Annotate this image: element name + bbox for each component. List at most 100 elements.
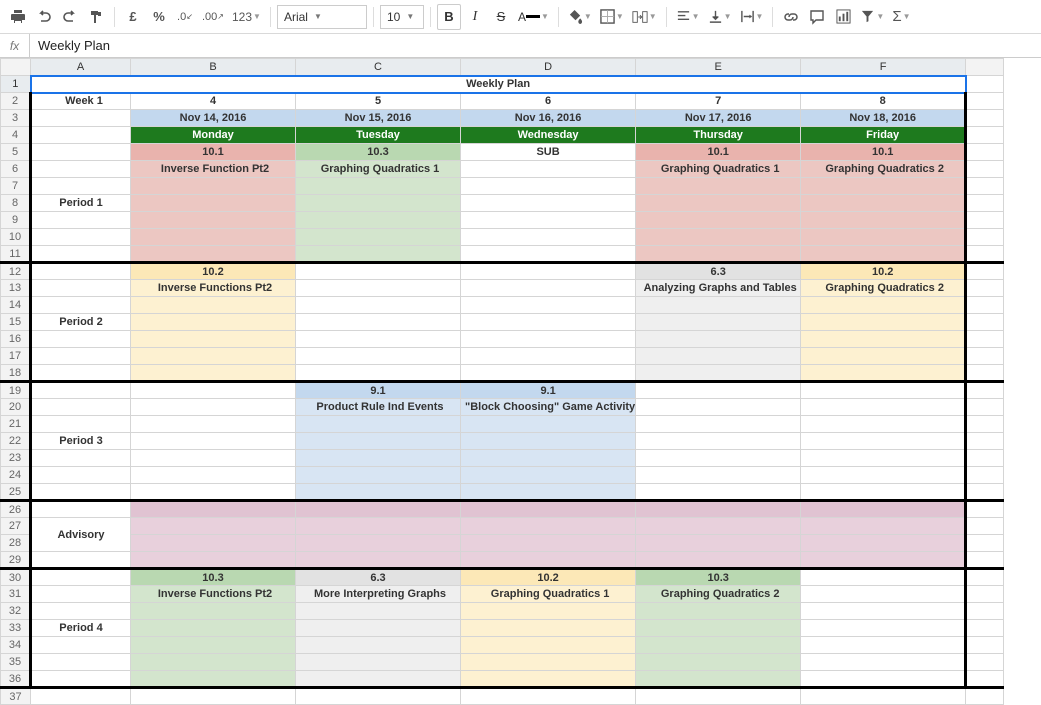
row-header[interactable]: 22 <box>1 433 31 450</box>
font-family-select[interactable]: Arial▼ <box>277 5 367 29</box>
col-header[interactable]: E <box>636 59 801 76</box>
cell[interactable]: 7 <box>636 93 801 110</box>
row-header[interactable]: 29 <box>1 552 31 569</box>
cell[interactable]: More Interpreting Graphs <box>296 586 461 603</box>
col-header[interactable]: C <box>296 59 461 76</box>
cell[interactable]: Nov 18, 2016 <box>801 110 966 127</box>
cell[interactable]: 10.2 <box>131 263 296 280</box>
col-header-extra[interactable] <box>966 59 1004 76</box>
fill-color-icon[interactable]: ▼ <box>565 4 595 30</box>
functions-icon[interactable]: Σ▼ <box>889 4 913 30</box>
row-header[interactable]: 4 <box>1 127 31 144</box>
cell[interactable]: 6.3 <box>296 569 461 586</box>
cell[interactable]: Nov 15, 2016 <box>296 110 461 127</box>
row-header[interactable]: 19 <box>1 382 31 399</box>
cell[interactable]: Inverse Functions Pt2 <box>131 586 296 603</box>
cell[interactable]: 4 <box>131 93 296 110</box>
row-header[interactable]: 36 <box>1 671 31 688</box>
cell[interactable]: 9.1 <box>296 382 461 399</box>
period-label[interactable]: Period 3 <box>31 433 131 450</box>
row-header[interactable]: 10 <box>1 229 31 246</box>
row-header[interactable]: 17 <box>1 348 31 365</box>
row-header[interactable]: 27 <box>1 518 31 535</box>
decrease-decimal-icon[interactable]: .0↙ <box>173 4 197 30</box>
cell[interactable]: Inverse Function Pt2 <box>131 161 296 178</box>
horizontal-align-icon[interactable]: ▼ <box>673 4 703 30</box>
cell[interactable]: Graphing Quadratics 1 <box>636 161 801 178</box>
row-header[interactable]: 8 <box>1 195 31 212</box>
cell[interactable]: 10.1 <box>801 144 966 161</box>
cell[interactable]: 10.3 <box>636 569 801 586</box>
cell[interactable]: Graphing Quadratics 1 <box>461 586 636 603</box>
cell[interactable]: 10.2 <box>461 569 636 586</box>
row-header[interactable]: 20 <box>1 399 31 416</box>
row-header[interactable]: 7 <box>1 178 31 195</box>
col-header[interactable]: A <box>31 59 131 76</box>
row-header[interactable]: 24 <box>1 467 31 484</box>
insert-chart-icon[interactable] <box>831 4 855 30</box>
percent-icon[interactable]: % <box>147 4 171 30</box>
vertical-align-icon[interactable]: ▼ <box>705 4 735 30</box>
row-header[interactable]: 25 <box>1 484 31 501</box>
row-header[interactable]: 5 <box>1 144 31 161</box>
row-header[interactable]: 23 <box>1 450 31 467</box>
cell[interactable]: 6 <box>461 93 636 110</box>
cell[interactable]: Nov 14, 2016 <box>131 110 296 127</box>
row-header[interactable]: 16 <box>1 331 31 348</box>
cell[interactable]: 10.1 <box>636 144 801 161</box>
cell[interactable]: 9.1 <box>461 382 636 399</box>
formula-input[interactable]: Weekly Plan <box>30 38 1041 53</box>
merge-cells-icon[interactable]: ▼ <box>629 4 660 30</box>
cell[interactable]: Monday <box>131 127 296 144</box>
bold-icon[interactable]: B <box>437 4 461 30</box>
row-header[interactable]: 15 <box>1 314 31 331</box>
row-header[interactable]: 26 <box>1 501 31 518</box>
cell[interactable]: 10.3 <box>296 144 461 161</box>
cell[interactable]: 5 <box>296 93 461 110</box>
col-header[interactable]: D <box>461 59 636 76</box>
cell[interactable]: Graphing Quadratics 2 <box>801 161 966 178</box>
period-label[interactable]: Advisory <box>31 518 131 552</box>
insert-comment-icon[interactable] <box>805 4 829 30</box>
period-label[interactable]: Period 1 <box>31 195 131 212</box>
cell[interactable]: Week 1 <box>31 93 131 110</box>
row-header[interactable]: 37 <box>1 688 31 705</box>
row-header[interactable]: 21 <box>1 416 31 433</box>
row-header[interactable]: 28 <box>1 535 31 552</box>
row-header[interactable]: 30 <box>1 569 31 586</box>
row-header[interactable]: 12 <box>1 263 31 280</box>
spreadsheet-grid[interactable]: A B C D E F 1 Weekly Plan 2 Week 1 4 5 6… <box>0 58 1041 705</box>
filter-icon[interactable]: ▼ <box>857 4 887 30</box>
row-header[interactable]: 31 <box>1 586 31 603</box>
cell[interactable]: Tuesday <box>296 127 461 144</box>
row-header[interactable]: 3 <box>1 110 31 127</box>
row-header[interactable]: 35 <box>1 654 31 671</box>
strikethrough-icon[interactable]: S <box>489 4 513 30</box>
row-header[interactable]: 9 <box>1 212 31 229</box>
row-header[interactable]: 34 <box>1 637 31 654</box>
text-color-icon[interactable]: A▼ <box>515 4 552 30</box>
more-formats-icon[interactable]: 123▼ <box>229 4 264 30</box>
font-size-select[interactable]: 10▼ <box>380 5 424 29</box>
increase-decimal-icon[interactable]: .00↗ <box>199 4 227 30</box>
cell[interactable]: Graphing Quadratics 2 <box>801 280 966 297</box>
redo-icon[interactable] <box>58 4 82 30</box>
cell[interactable]: SUB <box>461 144 636 161</box>
currency-icon[interactable]: £ <box>121 4 145 30</box>
row-header[interactable]: 1 <box>1 76 31 93</box>
row-header[interactable]: 14 <box>1 297 31 314</box>
row-header[interactable]: 11 <box>1 246 31 263</box>
paint-format-icon[interactable] <box>84 4 108 30</box>
cell[interactable]: Nov 16, 2016 <box>461 110 636 127</box>
cell[interactable]: Inverse Functions Pt2 <box>131 280 296 297</box>
col-header[interactable]: B <box>131 59 296 76</box>
cell[interactable]: 10.3 <box>131 569 296 586</box>
period-label[interactable]: Period 4 <box>31 620 131 637</box>
row-header[interactable]: 18 <box>1 365 31 382</box>
period-label[interactable]: Period 2 <box>31 314 131 331</box>
cell[interactable]: Friday <box>801 127 966 144</box>
row-header[interactable]: 2 <box>1 93 31 110</box>
undo-icon[interactable] <box>32 4 56 30</box>
row-header[interactable]: 33 <box>1 620 31 637</box>
print-icon[interactable] <box>6 4 30 30</box>
